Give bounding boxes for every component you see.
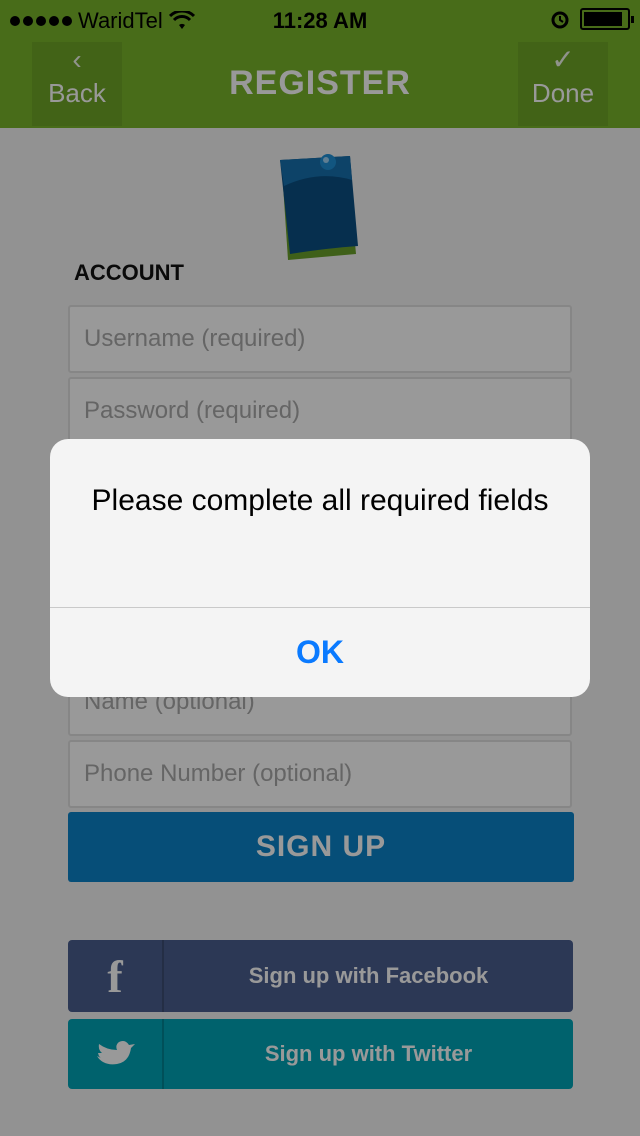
alert-dialog: Please complete all required fields OK bbox=[50, 439, 590, 697]
alert-ok-button[interactable]: OK bbox=[50, 608, 590, 697]
alert-message: Please complete all required fields bbox=[91, 484, 549, 517]
